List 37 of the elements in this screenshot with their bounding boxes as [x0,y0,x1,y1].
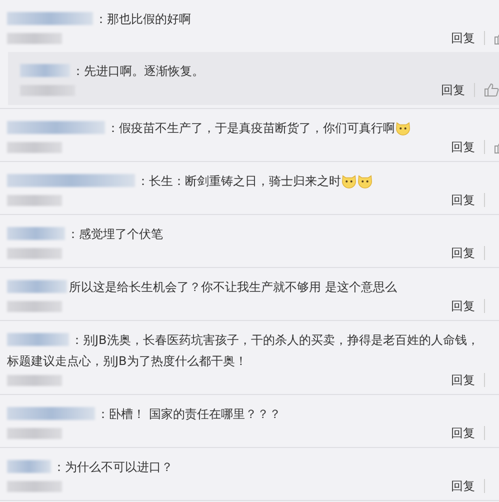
reply-link[interactable]: 回复 [451,191,475,209]
comment-text: 标题建议走点心，别JB为了热度什么都干奥！ [7,352,247,370]
comment-text: 所以这是给长生机会了？你不让我生产就不够用 是这个意思么 [69,278,397,296]
emoji-icon [341,172,357,188]
blurred-username [7,333,69,346]
blurred-username [7,280,67,293]
reply-link[interactable]: 回复 [451,138,475,156]
blurred-timestamp [7,142,62,152]
blurred-timestamp [20,84,75,96]
blurred-username [7,227,65,240]
comment-text: ：感觉埋了个伏笔 [67,226,163,242]
blurred-timestamp [7,428,62,438]
comment-text: ：那也比假的好啊 [95,10,191,28]
reply-link[interactable]: 回复 [451,371,475,389]
blurred-timestamp [7,194,62,206]
reply-link[interactable]: 回复 [451,29,475,47]
comment-text: ：长生：断剑重铸之日，骑士归来之时 [137,172,341,190]
reply-link[interactable]: 回复 [451,424,475,442]
blurred-username [7,460,51,473]
reply-link[interactable]: 回复 [441,81,465,99]
comment-text: ：别JB洗奥，长春医药坑害孩子，干的杀人的买卖，挣得是老百姓的人命钱， [71,332,479,348]
comment-text: ：假疫苗不生产了，于是真疫苗断货了，你们可真行啊 [107,120,395,136]
emoji-icon [357,172,373,188]
blurred-username [20,64,70,77]
blurred-timestamp [7,32,62,44]
reply-link[interactable]: 回复 [451,477,475,495]
comment-text: ：卧槽！ 国家的责任在哪里？？？ [97,406,281,422]
blurred-timestamp [7,480,62,492]
comment-text: ：先进口啊。逐渐恢复。 [72,62,204,80]
comment-text: ：为什么不可以进口？ [53,458,173,476]
reply-link[interactable]: 回复 [451,297,475,315]
reply-link[interactable]: 回复 [451,244,475,262]
blurred-timestamp [7,374,62,386]
thumbs-up-icon[interactable] [484,83,499,97]
emoji-icon [395,120,411,136]
blurred-timestamp [7,248,62,258]
blurred-timestamp [7,300,62,312]
